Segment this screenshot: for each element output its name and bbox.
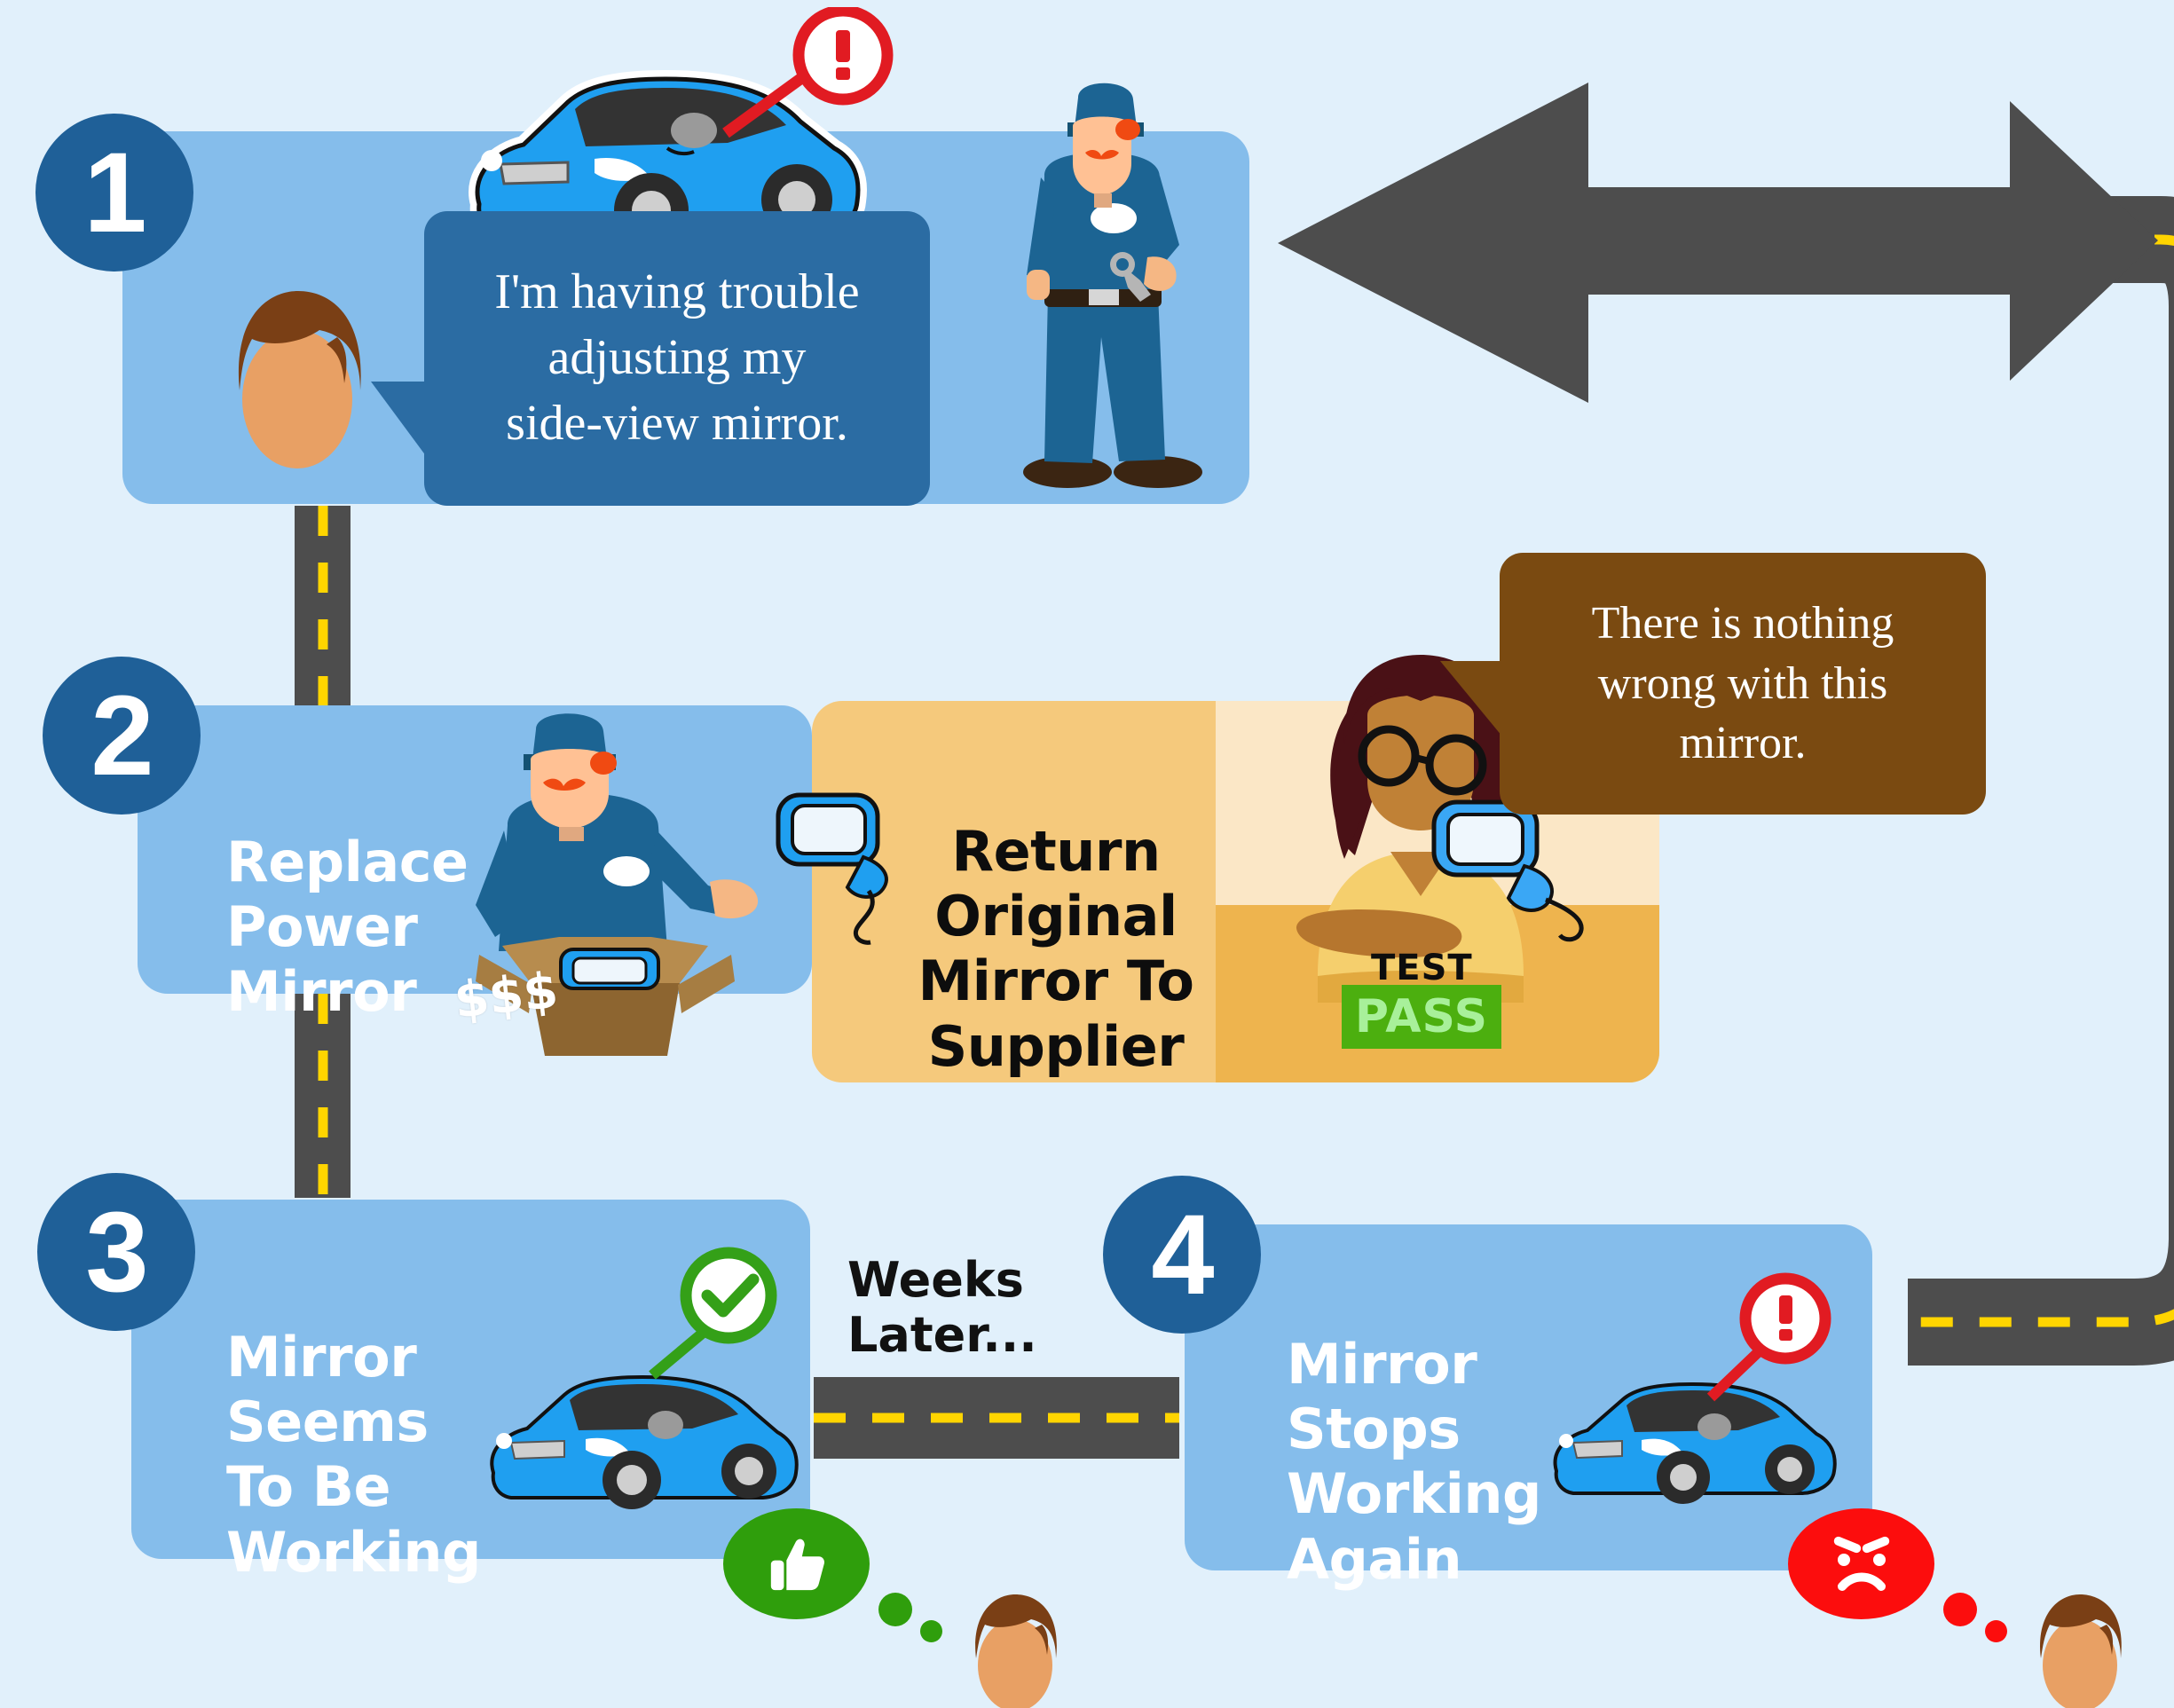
road-segment-1-to-2 [295,506,351,705]
angry-face-icon [1833,1536,1889,1591]
speech-bubble-customer-1: I'm having trouble adjusting my side-vie… [424,211,930,506]
cost-marker-dollars: $$$ [452,962,561,1030]
customer-head-avatar-1 [238,291,361,468]
infographic-canvas: 1 I'm having trouble adjusting my side-v… [0,0,2174,1708]
step-number-1-text: 1 [83,129,146,256]
alert-exclamation-icon-1 [722,7,894,138]
step-number-4: 4 [1103,1176,1261,1334]
panel-step-4-label: Mirror Stops Working Again [1287,1267,1579,1592]
step-number-3-text: 3 [85,1188,148,1316]
speech-bubble-supplier-text: There is nothing wrong with this mirror. [1591,598,1894,769]
road-dash [814,1413,1179,1423]
panel-supplier-label: Return Original Mirror To Supplier [914,754,1198,1079]
road-segment-3-to-4 [814,1377,1179,1459]
customer-head-avatar-4 [2040,1594,2122,1708]
reaction-thought-dot-large-3 [878,1593,912,1626]
mechanic-figure-standing [1023,83,1202,488]
reaction-thumbs-up-bubble [723,1508,870,1619]
panel-step-2-label-text: Replace Power Mirror [226,830,469,1025]
reaction-angry-face-bubble [1788,1508,1934,1619]
panel-step-4-label-text: Mirror Stops Working Again [1287,1332,1541,1592]
transition-weeks-later-label: Weeks Later... [847,1198,1078,1363]
cost-marker-text: $$$ [451,962,561,1030]
test-result-pass-badge: PASS [1342,985,1501,1049]
step-number-3: 3 [37,1173,195,1331]
road-dash [318,506,327,705]
alert-exclamation-icon-4 [1706,1272,1831,1402]
reaction-thought-dot-large-4 [1943,1593,1977,1626]
step-number-4-text: 4 [1151,1191,1214,1318]
thumbs-up-icon [770,1539,824,1590]
speech-bubble-tail-supplier [1440,661,1502,736]
check-circle-icon-3 [649,1247,777,1380]
test-label-text: TEST [1371,948,1473,988]
reaction-thought-dot-small-4 [1985,1620,2007,1642]
reaction-thought-dot-small-3 [920,1620,942,1642]
panel-step-3-label: Mirror Seems To Be Working [226,1260,519,1585]
side-view-mirror-icon-tested [1431,799,1584,942]
test-label: TEST [1371,948,1473,988]
step-number-2: 2 [43,657,201,815]
step-number-1: 1 [35,114,193,272]
customer-head-avatar-3 [975,1594,1057,1708]
side-view-mirror-icon-loose [776,792,888,945]
step-number-2-text: 2 [91,672,154,799]
speech-bubble-customer-1-text: I'm having trouble adjusting my side-vie… [494,264,860,451]
transition-weeks-later-text: Weeks Later... [847,1252,1037,1364]
panel-supplier-label-text: Return Original Mirror To Supplier [918,819,1194,1079]
panel-step-3-label-text: Mirror Seems To Be Working [226,1325,481,1585]
speech-bubble-supplier: There is nothing wrong with this mirror. [1500,553,1986,815]
test-result-pass-text: PASS [1354,990,1489,1043]
